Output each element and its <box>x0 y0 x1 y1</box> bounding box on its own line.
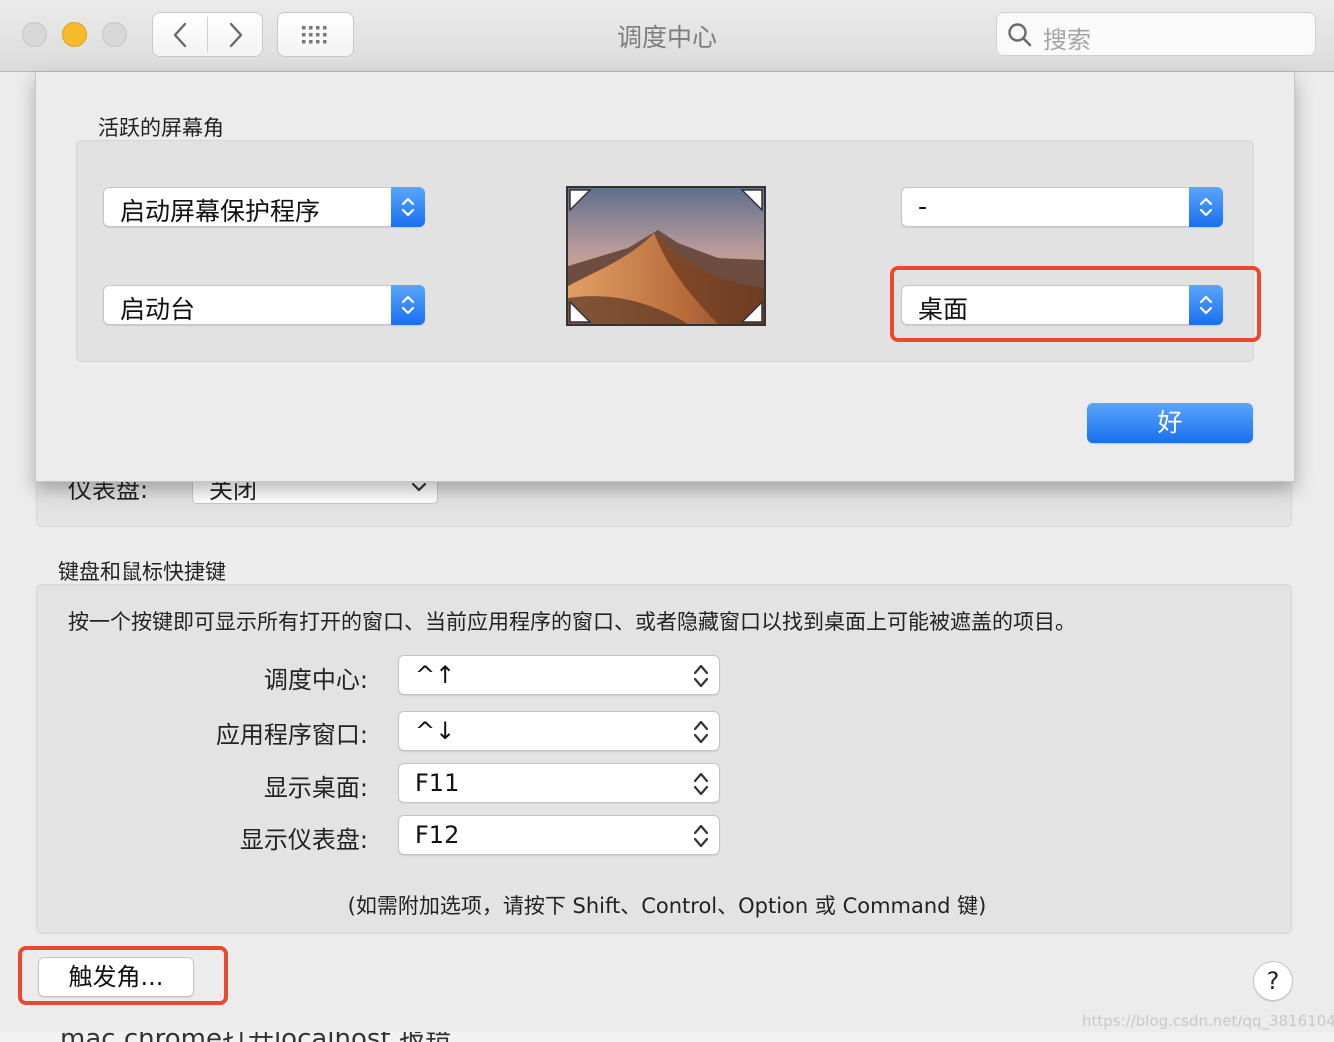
obscured-background-window: mac chrome打开localhost 报错 <box>0 1032 1334 1042</box>
updown-arrows-icon <box>693 720 709 744</box>
chevron-down-icon <box>411 482 427 492</box>
obscured-text: mac chrome打开localhost 报错 <box>60 1032 451 1042</box>
popup-stepper <box>391 285 425 325</box>
shortcut-label-app-windows: 应用程序窗口: <box>215 721 368 749</box>
corner-value: 启动屏幕保护程序 <box>120 197 321 226</box>
shortcut-value: F12 <box>415 821 460 849</box>
updown-arrows-icon <box>401 295 415 315</box>
updown-arrows-icon <box>1199 197 1213 217</box>
sheet-title: 活跃的屏幕角 <box>98 116 224 140</box>
shortcut-value: ^↑ <box>415 661 456 689</box>
search-placeholder: 搜索 <box>1043 26 1091 54</box>
corner-popup-top-left[interactable]: 启动屏幕保护程序 <box>103 187 425 227</box>
corner-popup-bottom-left[interactable]: 启动台 <box>103 285 425 325</box>
updown-arrows-icon <box>693 772 709 796</box>
shortcut-label-mission-control: 调度中心: <box>263 666 368 694</box>
watermark: https://blog.csdn.net/qq_38161040 <box>1082 1012 1334 1030</box>
shortcut-label-show-desktop: 显示桌面: <box>263 774 368 802</box>
shortcut-popup-show-dashboard[interactable]: F12 <box>398 815 720 855</box>
ok-button[interactable]: 好 <box>1087 403 1253 443</box>
corner-value: - <box>918 192 928 221</box>
search-icon <box>1008 23 1032 47</box>
help-button[interactable]: ? <box>1253 961 1293 1001</box>
desktop-wallpaper-image <box>568 188 764 324</box>
highlight-box-hot-corners <box>18 946 228 1005</box>
shortcut-popup-app-windows[interactable]: ^↓ <box>398 711 720 751</box>
screen-corners-preview <box>566 186 766 326</box>
popup-stepper <box>391 187 425 227</box>
keyboard-description: 按一个按键即可显示所有打开的窗口、当前应用程序的窗口、或者隐藏窗口以找到桌面上可… <box>68 610 1076 634</box>
updown-arrows-icon <box>401 197 415 217</box>
keyboard-shortcuts-group <box>36 584 1292 934</box>
shortcut-popup-mission-control[interactable]: ^↑ <box>398 655 720 695</box>
shortcut-value: F11 <box>415 769 460 797</box>
keyboard-section-title: 键盘和鼠标快捷键 <box>58 560 226 584</box>
shortcut-label-show-dashboard: 显示仪表盘: <box>239 826 368 854</box>
search-field[interactable]: 搜索 <box>996 12 1316 56</box>
popup-stepper <box>1189 187 1223 227</box>
shortcut-popup-show-desktop[interactable]: F11 <box>398 763 720 803</box>
shortcut-value: ^↓ <box>415 717 456 745</box>
corner-value: 启动台 <box>120 295 196 324</box>
updown-arrows-icon <box>693 664 709 688</box>
title-bar: 调度中心 搜索 <box>0 0 1334 72</box>
modifier-hint: (如需附加选项，请按下 Shift、Control、Option 或 Comma… <box>347 894 987 918</box>
updown-arrows-icon <box>693 824 709 848</box>
corner-popup-top-right[interactable]: - <box>901 187 1223 227</box>
highlight-box-desktop-corner <box>890 266 1261 342</box>
